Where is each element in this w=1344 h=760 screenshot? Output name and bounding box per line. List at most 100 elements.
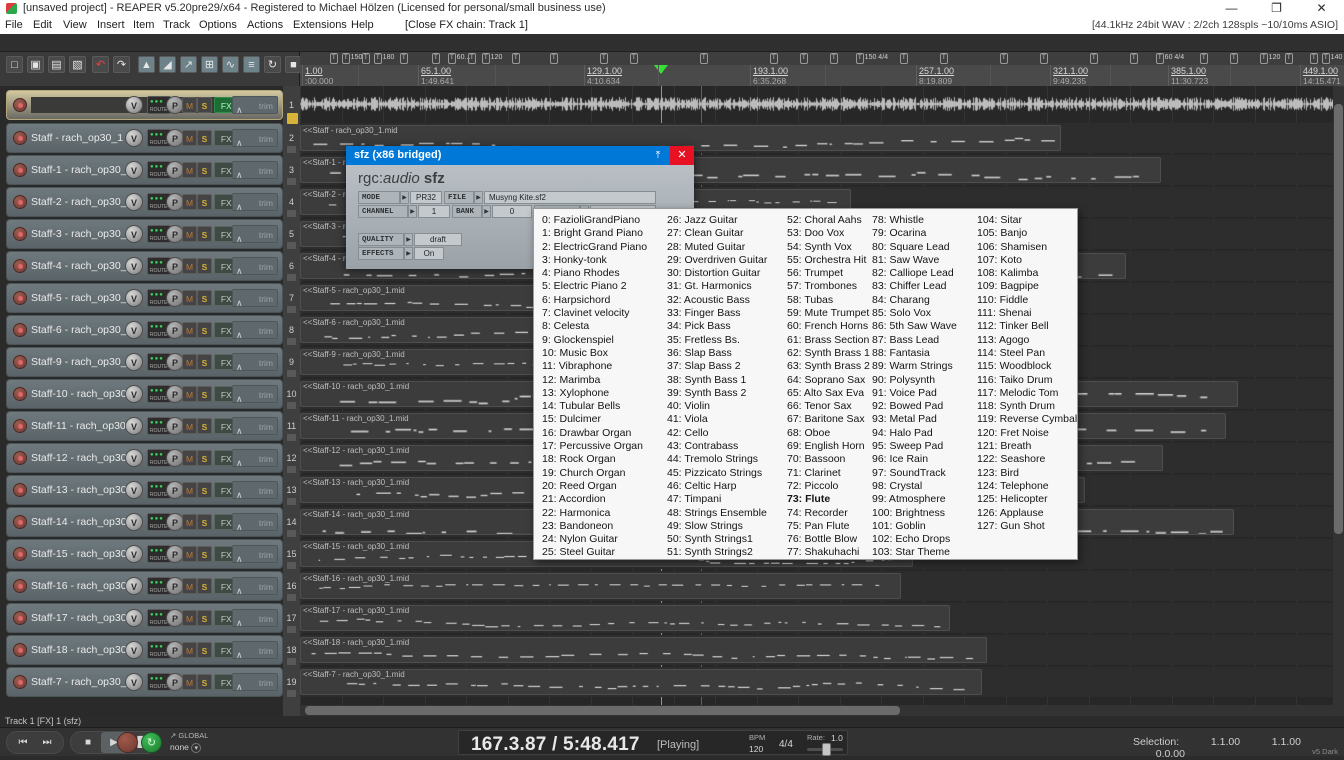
program-menu-item[interactable]: 22: Harmonica [542, 507, 667, 520]
program-menu-item[interactable]: 64: Soprano Sax [787, 374, 872, 387]
horizontal-scrollbar-thumb[interactable] [305, 706, 900, 715]
program-menu-item[interactable]: 20: Reed Organ [542, 480, 667, 493]
program-menu-item[interactable]: 51: Synth Strings2 [667, 546, 787, 559]
menu-item-item[interactable]: Item [133, 19, 154, 31]
program-menu-item[interactable]: 82: Calliope Lead [872, 267, 977, 280]
track-name[interactable]: Staff-5 - rach_op30_1 [31, 290, 127, 306]
mute-button[interactable]: M [182, 674, 197, 690]
program-menu-item[interactable]: 19: Church Organ [542, 467, 667, 480]
track-name[interactable]: Staff-12 - rach_op30..1 [31, 450, 127, 466]
program-menu-item[interactable]: 52: Choral Aahs [787, 214, 872, 227]
trim-envelope-button[interactable]: ∧trim [232, 193, 278, 211]
track-panel[interactable]: Staff-15 - rach_op30..1V●●●ROUTEPMSFX ↻∧… [6, 539, 283, 569]
program-menu-item[interactable]: 60: French Horns [787, 320, 872, 333]
mute-button[interactable]: M [182, 450, 197, 466]
volume-knob[interactable]: V [125, 385, 143, 403]
program-menu-item[interactable]: 57: Trombones [787, 280, 872, 293]
track-name[interactable]: Staff-3 - rach_op30_1 [31, 226, 127, 242]
tempo-marker[interactable]: T120 [482, 53, 502, 63]
mute-button[interactable]: M [182, 97, 197, 113]
record-arm-button[interactable] [13, 131, 27, 145]
sfz-channel-dropdown-arrow[interactable] [408, 205, 417, 218]
sfz-pin-icon[interactable]: ⤒ [650, 148, 666, 163]
record-arm-button[interactable] [13, 547, 27, 561]
sfz-channel-value[interactable]: 1 [418, 205, 450, 218]
tempo-marker-pip[interactable]: T [800, 53, 809, 63]
folder-toggle-icon[interactable] [287, 594, 296, 601]
program-menu-item[interactable]: 1: Bright Grand Piano [542, 227, 667, 240]
track-name[interactable]: Staff-18 - rach_op30..1 [31, 642, 127, 658]
track-panel[interactable]: Staff-2 - rach_op30_1V●●●ROUTEPMSFX ↻∧tr… [6, 187, 283, 217]
volume-knob[interactable]: V [125, 289, 143, 307]
track-name[interactable]: Staff-11 - rach_op30..1 [31, 418, 127, 434]
midi-item[interactable]: <<Staff-18 - rach_op30_1.mid [300, 637, 987, 663]
save-project-button[interactable]: ▤ [48, 56, 65, 73]
volume-knob[interactable]: V [125, 129, 143, 147]
track-panel[interactable]: Staff-18 - rach_op30..1V●●●ROUTEPMSFX ↻∧… [6, 635, 283, 665]
solo-button[interactable]: S [197, 290, 212, 306]
trim-envelope-button[interactable]: ∧trim [232, 417, 278, 435]
record-arm-button[interactable] [13, 419, 27, 433]
program-menu-item[interactable]: 26: Jazz Guitar [667, 214, 787, 227]
mute-button[interactable]: M [182, 194, 197, 210]
program-menu-item[interactable]: 44: Tremolo Strings [667, 453, 787, 466]
record-arm-button[interactable] [13, 675, 27, 689]
program-menu-item[interactable]: 32: Acoustic Bass [667, 294, 787, 307]
program-menu-item[interactable]: 8: Celesta [542, 320, 667, 333]
program-menu-item[interactable]: 122: Seashore [977, 453, 1072, 466]
track-panel[interactable]: Staff-6 - rach_op30_1V●●●ROUTEPMSFX ↻∧tr… [6, 315, 283, 345]
tempo-marker-pip[interactable]: T [1090, 53, 1099, 63]
program-menu-item[interactable]: 92: Bowed Pad [872, 400, 977, 413]
program-menu-item[interactable]: 86: 5th Saw Wave [872, 320, 977, 333]
new-tab-button[interactable]: ▧ [69, 56, 86, 73]
trim-envelope-button[interactable]: ∧trim [232, 96, 278, 114]
folder-toggle-icon[interactable] [287, 178, 296, 185]
trim-envelope-button[interactable]: ∧trim [232, 129, 278, 147]
track-row[interactable]: <<Staff-7 - rach_op30_1.mid [300, 667, 1344, 697]
program-menu-item[interactable]: 88: Fantasia [872, 347, 977, 360]
record-arm-button[interactable] [13, 387, 27, 401]
tempo-marker[interactable]: T150 [342, 53, 362, 63]
trim-envelope-button[interactable]: ∧trim [232, 257, 278, 275]
program-menu-item[interactable]: 72: Piccolo [787, 480, 872, 493]
solo-button[interactable]: S [197, 546, 212, 562]
menu-item-options[interactable]: Options [199, 19, 237, 31]
solo-button[interactable]: S [197, 130, 212, 146]
program-menu-item[interactable]: 9: Glockenspiel [542, 334, 667, 347]
solo-button[interactable]: S [197, 642, 212, 658]
program-dropdown-menu[interactable]: 0: FazioliGrandPiano1: Bright Grand Pian… [533, 208, 1078, 560]
program-menu-item[interactable]: 42: Cello [667, 427, 787, 440]
program-menu-item[interactable]: 35: Fretless Bs. [667, 334, 787, 347]
folder-toggle-icon[interactable] [287, 402, 296, 409]
record-arm-button[interactable] [13, 515, 27, 529]
record-arm-button[interactable] [13, 611, 27, 625]
track-name[interactable]: Staff-14 - rach_op30..1 [31, 514, 127, 530]
track-panel[interactable]: Staff-5 - rach_op30_1V●●●ROUTEPMSFX ↻∧tr… [6, 283, 283, 313]
program-menu-item[interactable]: 12: Marimba [542, 374, 667, 387]
program-menu-item[interactable]: 24: Nylon Guitar [542, 533, 667, 546]
program-menu-item[interactable]: 58: Tubas [787, 294, 872, 307]
trim-envelope-button[interactable]: ∧trim [232, 161, 278, 179]
menu-item-help[interactable]: Help [351, 19, 374, 31]
tempo-marker-pip[interactable]: T [700, 53, 709, 63]
record-arm-button[interactable] [13, 259, 27, 273]
tempo-marker-pip[interactable]: T [432, 53, 441, 63]
program-menu-item[interactable]: 127: Gun Shot [977, 520, 1072, 533]
rate-slider-thumb[interactable] [822, 743, 831, 756]
program-menu-item[interactable]: 59: Mute Trumpet [787, 307, 872, 320]
repeat-loop-button[interactable]: ↻ [141, 732, 162, 753]
program-menu-item[interactable]: 68: Oboe [787, 427, 872, 440]
program-menu-item[interactable]: 79: Ocarina [872, 227, 977, 240]
folder-toggle-icon[interactable] [287, 658, 296, 665]
program-menu-item[interactable]: 90: Polysynth [872, 374, 977, 387]
program-menu-item[interactable]: 78: Whistle [872, 214, 977, 227]
solo-button[interactable]: S [197, 610, 212, 626]
volume-knob[interactable]: V [125, 225, 143, 243]
close-fx-chain-note[interactable]: [Close FX chain: Track 1] [405, 19, 528, 31]
program-menu-item[interactable]: 112: Tinker Bell [977, 320, 1072, 333]
track-name[interactable]: Staff-1 - rach_op30_1 [31, 162, 127, 178]
mute-button[interactable]: M [182, 578, 197, 594]
mute-button[interactable]: M [182, 386, 197, 402]
program-menu-item[interactable]: 115: Woodblock [977, 360, 1072, 373]
record-arm-button[interactable] [13, 643, 27, 657]
